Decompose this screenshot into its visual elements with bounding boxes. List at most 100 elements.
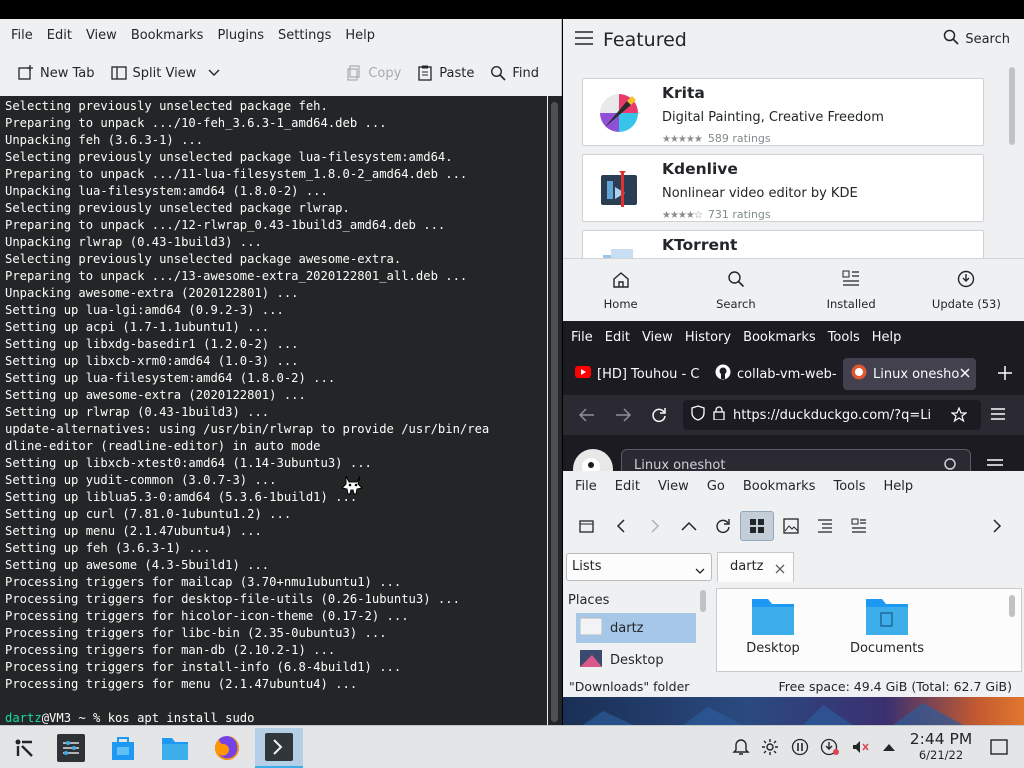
firefox-task[interactable] (203, 728, 251, 768)
terminal-line: Selecting previously unselected package … (5, 201, 350, 215)
application-launcher-icon[interactable] (0, 728, 48, 768)
firefox-menubar: File Edit View History Bookmarks Tools H… (563, 321, 1024, 353)
terminal-output[interactable]: Selecting previously unselected package … (0, 96, 547, 725)
tab-youtube[interactable]: [HD] Touhou - C (567, 358, 707, 390)
close-tab-icon[interactable] (960, 367, 970, 382)
paste-button[interactable]: Paste (409, 58, 482, 88)
menu-edit[interactable]: Edit (40, 28, 79, 43)
terminal-line: Setting up awesome (4.3-5build1) ... (5, 558, 270, 572)
system-settings-task[interactable] (47, 728, 95, 768)
discover-task[interactable] (99, 728, 147, 768)
close-tab-icon[interactable] (775, 563, 785, 578)
discover-window: Featured Search Krita Digital Painting, … (563, 19, 1024, 321)
reload-icon[interactable] (651, 407, 667, 427)
menu-tools[interactable]: Tools (824, 479, 874, 494)
scrollbar-thumb[interactable] (551, 102, 558, 722)
menu-view[interactable]: View (79, 28, 124, 43)
discover-search-button[interactable]: Search (943, 29, 1010, 49)
menu-view[interactable]: View (636, 330, 679, 345)
split-view-button[interactable]: Split View (103, 58, 229, 88)
app-description: Digital Painting, Creative Freedom (662, 110, 884, 125)
files-scrollbar[interactable] (1009, 595, 1015, 617)
split-view-icon[interactable] (842, 511, 876, 541)
icons-view-icon[interactable] (740, 511, 774, 541)
menu-tools[interactable]: Tools (822, 330, 866, 345)
nav-update[interactable]: Update (53) (909, 259, 1024, 321)
menu-edit[interactable]: Edit (606, 479, 649, 494)
bookmark-star-icon[interactable] (950, 406, 968, 427)
file-item-desktop[interactable]: Desktop (725, 595, 821, 656)
shield-icon (691, 405, 705, 425)
desktop-icon (580, 649, 602, 671)
tab-github[interactable]: collab-vm-web- (707, 358, 843, 390)
menu-go[interactable]: Go (698, 479, 734, 494)
new-window-icon[interactable] (570, 511, 604, 541)
terminal-line: Setting up lua-filesystem:amd64 (1.8.0-2… (5, 371, 336, 385)
updates-icon[interactable] (819, 736, 841, 758)
discover-scrollbar[interactable] (1009, 67, 1015, 145)
nav-search[interactable]: Search (678, 259, 793, 321)
preview-view-icon[interactable] (774, 511, 808, 541)
back-arrow-icon[interactable] (604, 511, 638, 541)
nav-home[interactable]: Home (563, 259, 678, 321)
panel-combo[interactable]: Lists (566, 553, 712, 581)
top-black-strip (0, 0, 1024, 19)
reload-icon[interactable] (706, 511, 740, 541)
menu-help[interactable]: Help (875, 479, 923, 494)
menu-bookmarks[interactable]: Bookmarks (737, 330, 822, 345)
terminal-scrollbar[interactable] (548, 96, 562, 725)
menu-settings[interactable]: Settings (271, 28, 338, 43)
menu-file[interactable]: File (565, 330, 599, 345)
nav-label: Home (603, 296, 638, 311)
menu-history[interactable]: History (679, 330, 737, 345)
find-button[interactable]: Find (482, 58, 547, 88)
menu-edit[interactable]: Edit (599, 330, 636, 345)
menu-help[interactable]: Help (866, 330, 908, 345)
nav-installed[interactable]: Installed (794, 259, 909, 321)
ddg-search-field[interactable]: Linux oneshot (621, 449, 971, 471)
settings-gear-icon[interactable] (759, 736, 781, 758)
tab-dartz[interactable]: dartz (717, 552, 794, 582)
hamburger-menu-icon[interactable] (575, 31, 593, 49)
up-arrow-icon[interactable] (672, 511, 706, 541)
menu-help[interactable]: Help (338, 28, 382, 43)
menu-bookmarks[interactable]: Bookmarks (734, 479, 825, 494)
url-bar[interactable]: https://duckduckgo.com/?q=Li (683, 400, 981, 430)
terminal-line: Setting up curl (7.81.0-1ubuntu1.2) ... (5, 507, 292, 521)
file-item-documents[interactable]: Documents (839, 595, 935, 656)
chevron-right-icon[interactable] (980, 511, 1014, 541)
place-item-dartz[interactable]: dartz (576, 613, 696, 643)
rating-count: 589 ratings (707, 132, 771, 145)
menu-plugins[interactable]: Plugins (210, 28, 271, 43)
new-tab-button[interactable]: New Tab (10, 58, 103, 88)
show-desktop-icon[interactable] (988, 736, 1010, 758)
back-arrow-icon[interactable] (578, 408, 595, 426)
konsole-toolbar: New Tab Split View Copy Paste Find (0, 57, 562, 89)
file-view: Desktop Documents (716, 588, 1022, 672)
hamburger-menu-icon[interactable] (991, 408, 1005, 424)
konsole-task[interactable] (255, 728, 303, 768)
menu-view[interactable]: View (649, 479, 698, 494)
forward-arrow-icon[interactable] (615, 408, 632, 426)
menu-bookmarks[interactable]: Bookmarks (124, 28, 211, 43)
new-tab-plus-icon[interactable] (998, 366, 1012, 384)
forward-arrow-icon[interactable] (638, 511, 672, 541)
app-card-krita[interactable]: Krita Digital Painting, Creative Freedom… (582, 78, 984, 146)
menu-file[interactable]: File (4, 28, 40, 43)
terminal-line: Selecting previously unselected package … (5, 150, 453, 164)
menu-file[interactable]: File (566, 479, 606, 494)
duckduckgo-icon (851, 364, 867, 384)
copy-button[interactable]: Copy (338, 58, 409, 88)
app-card-ktorrent[interactable]: KTorrent (582, 230, 984, 258)
notifications-icon[interactable] (730, 736, 752, 758)
tab-duckduckgo[interactable]: Linux onesho (843, 358, 976, 390)
media-pause-icon[interactable] (789, 736, 811, 758)
clock[interactable]: 2:44 PM 6/21/22 (895, 730, 987, 762)
hamburger-menu-icon[interactable] (987, 459, 1003, 471)
details-view-icon[interactable] (808, 511, 842, 541)
place-item-desktop[interactable]: Desktop (576, 645, 696, 675)
dolphin-task[interactable] (151, 728, 199, 768)
app-card-kdenlive[interactable]: Kdenlive Nonlinear video editor by KDE ★… (582, 154, 984, 222)
places-scrollbar[interactable] (700, 590, 706, 612)
volume-muted-icon[interactable] (849, 736, 871, 758)
